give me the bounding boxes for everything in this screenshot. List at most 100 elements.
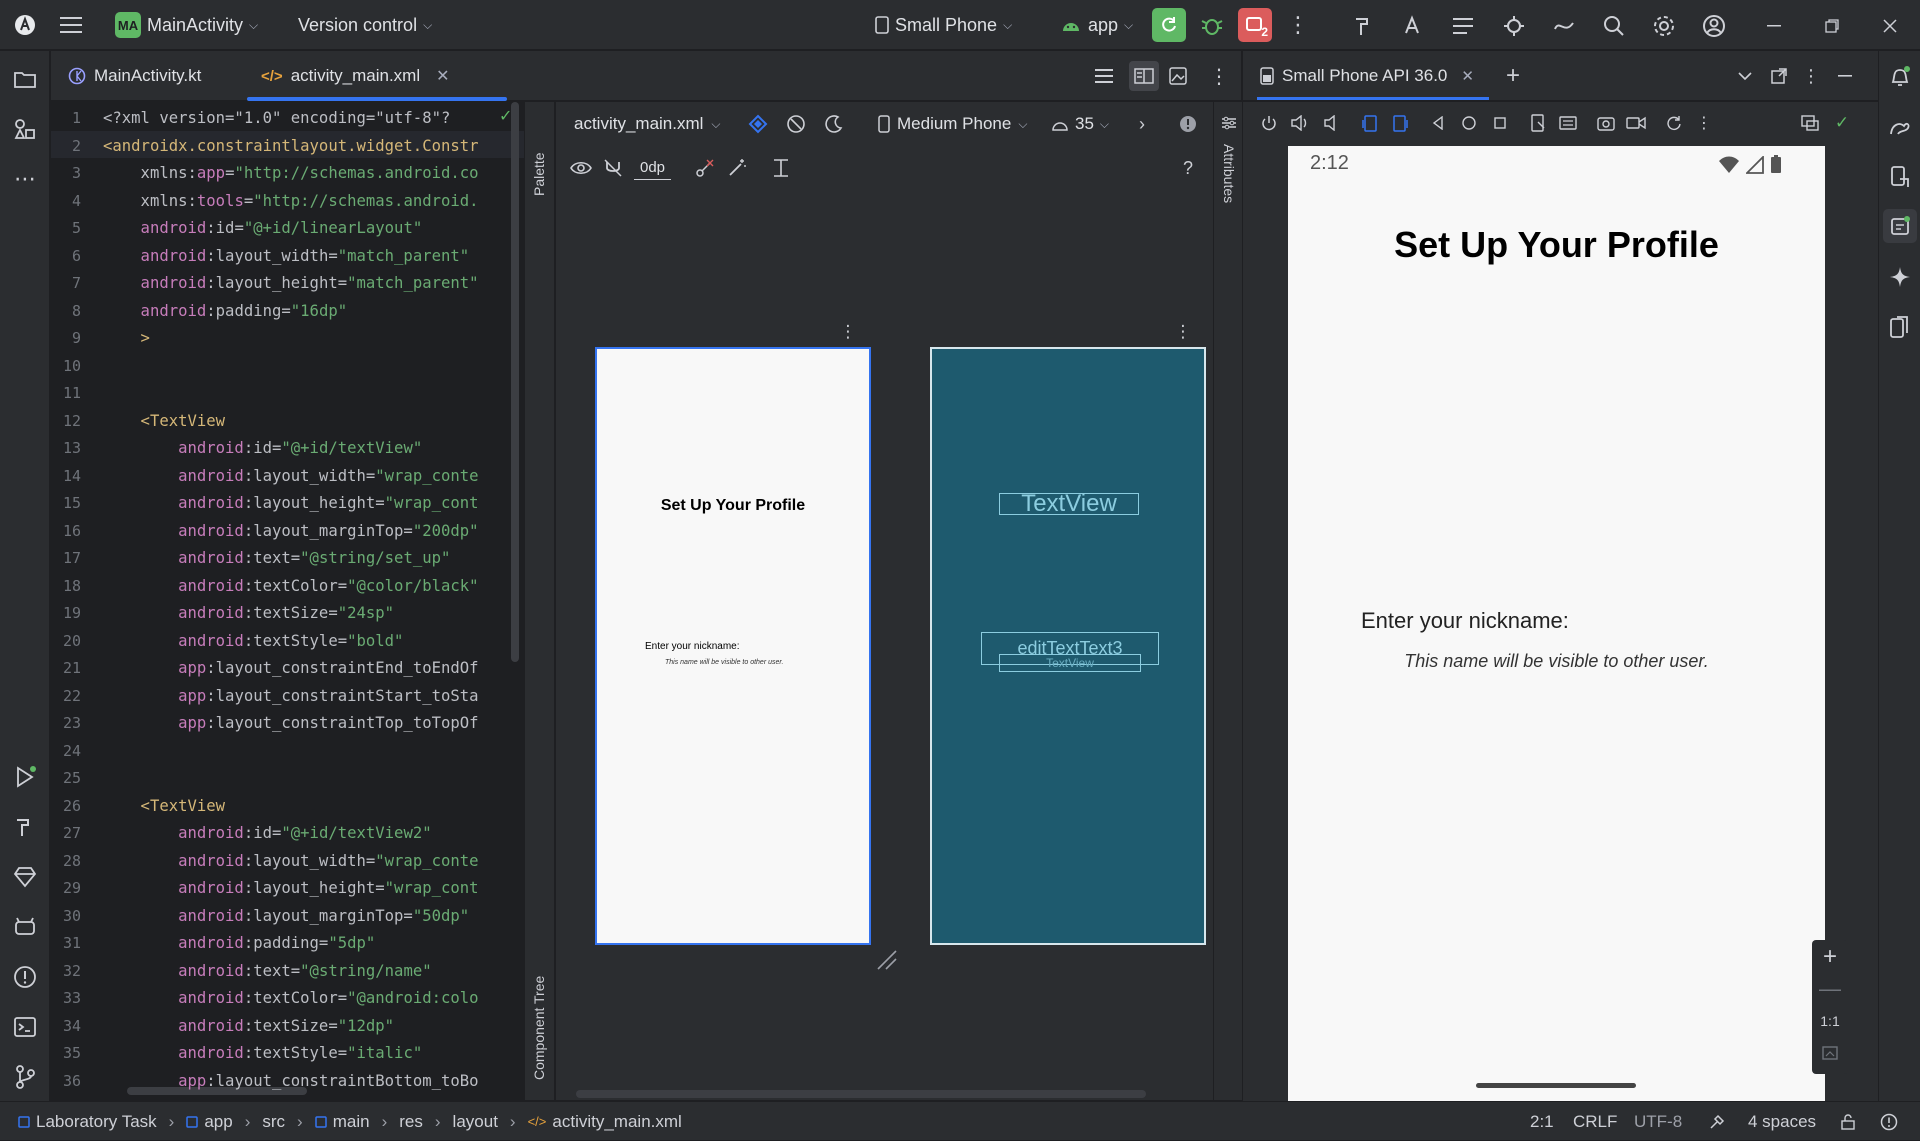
code-line[interactable]: android:layout_width="wrap_conte (103, 463, 523, 491)
zoom-in-icon[interactable]: + (1818, 943, 1842, 970)
eye-icon[interactable] (568, 156, 594, 180)
problems-status-icon[interactable] (1880, 1102, 1898, 1141)
code-line[interactable]: android:id="@+id/linearLayout" (103, 215, 523, 243)
code-line[interactable]: xmlns:tools="http://schemas.android. (103, 188, 523, 216)
preview-hint-label[interactable]: This name will be visible to other user. (665, 659, 783, 666)
debug-button[interactable] (1199, 12, 1225, 38)
android-studio-logo-icon[interactable] (12, 12, 38, 38)
code-line[interactable]: android:textStyle="bold" (103, 628, 523, 656)
breadcrumb-item[interactable]: res (399, 1112, 423, 1132)
hide-panel-icon[interactable] (1833, 63, 1857, 89)
infer-constraints-icon[interactable] (724, 156, 750, 180)
code-line[interactable]: android:padding="16dp" (103, 298, 523, 326)
apply-changes-button[interactable] (1152, 8, 1186, 42)
search-icon[interactable] (1600, 12, 1628, 40)
rotate-right-icon[interactable] (1389, 112, 1411, 134)
git-branch-icon[interactable] (11, 1063, 39, 1091)
project-selector[interactable]: MA MainActivity ⌵ (115, 0, 258, 50)
code-line[interactable]: <TextView (103, 408, 523, 436)
panel-more-icon[interactable]: ⋮ (1799, 63, 1823, 89)
run-tool-icon[interactable] (11, 763, 39, 791)
restore-icon[interactable] (1818, 12, 1846, 40)
code-line[interactable]: android:layout_marginTop="50dp" (103, 903, 523, 931)
code-view-icon[interactable] (1091, 63, 1117, 89)
snapshot-icon[interactable] (1663, 112, 1685, 134)
keyboard-icon[interactable] (1557, 112, 1579, 134)
more-actions-icon[interactable]: ⋮ (1285, 12, 1311, 38)
default-margin-input[interactable]: 0dp (634, 156, 672, 180)
problems-icon[interactable] (11, 963, 39, 991)
code-line[interactable] (103, 353, 523, 381)
preview-device-selector[interactable]: Medium Phone ⌵ (878, 102, 1027, 146)
code-line[interactable]: android:padding="5dp" (103, 930, 523, 958)
resize-handle-icon[interactable] (874, 947, 900, 973)
preview-title[interactable]: Set Up Your Profile (597, 497, 869, 515)
code-line[interactable]: app:layout_constraintStart_toSta (103, 683, 523, 711)
breadcrumb-item[interactable]: main (333, 1112, 370, 1132)
code-line[interactable] (103, 765, 523, 793)
screen-record-icon[interactable] (1625, 112, 1647, 134)
code-line[interactable]: app:layout_constraintTop_toTopOf (103, 710, 523, 738)
design-preview-menu-icon[interactable]: ⋮ (838, 320, 858, 344)
design-view-icon[interactable] (1165, 63, 1191, 89)
code-line[interactable] (103, 380, 523, 408)
magnet-off-icon[interactable] (600, 156, 626, 180)
indent-setting[interactable]: 4 spaces (1748, 1102, 1816, 1141)
code-line[interactable]: android:text="@string/name" (103, 958, 523, 986)
warning-badge-icon[interactable] (1176, 112, 1200, 136)
code-line[interactable]: <?xml version="1.0" encoding="utf-8"? (103, 105, 523, 133)
mirroring-icon[interactable] (1799, 112, 1821, 134)
close-tab-icon[interactable]: ✕ (1461, 67, 1474, 85)
breadcrumb-item[interactable]: layout (453, 1112, 498, 1132)
component-tree-tab[interactable]: Component Tree (531, 950, 547, 1080)
running-devices-icon[interactable] (1883, 209, 1917, 243)
code-line[interactable]: android:layout_height="wrap_cont (103, 490, 523, 518)
gradle-icon[interactable] (1886, 113, 1914, 141)
add-device-icon[interactable]: + (1501, 62, 1525, 89)
breadcrumb-item[interactable]: src (262, 1112, 285, 1132)
design-horizontal-scrollbar[interactable] (576, 1090, 1146, 1098)
blueprint-menu-icon[interactable]: ⋮ (1173, 320, 1193, 344)
run-config-selector[interactable]: app ⌵ (1060, 0, 1133, 50)
device-selector[interactable]: Small Phone ⌵ (875, 0, 1012, 50)
code-line[interactable]: > (103, 325, 523, 353)
code-line[interactable]: android:layout_marginTop="200dp" (103, 518, 523, 546)
code-line[interactable]: android:id="@+id/textView" (103, 435, 523, 463)
zoom-fit-icon[interactable] (1818, 1040, 1842, 1066)
build-icon[interactable] (1350, 12, 1378, 40)
split-view-icon[interactable] (1129, 61, 1159, 91)
file-encoding[interactable]: UTF-8 (1634, 1102, 1682, 1141)
translate-icon[interactable] (1400, 12, 1428, 40)
terminal-icon[interactable] (11, 1013, 39, 1041)
code-line[interactable]: android:layout_width="wrap_conte (103, 848, 523, 876)
palette-tab[interactable]: Palette (531, 116, 547, 196)
orientation-icon[interactable] (784, 112, 808, 136)
code-line[interactable]: android:textSize="12dp" (103, 1013, 523, 1041)
project-folder-icon[interactable] (11, 65, 39, 93)
device-manager-icon[interactable] (1886, 163, 1914, 191)
device-mirroring-icon[interactable] (1886, 313, 1914, 341)
zoom-out-icon[interactable]: — (1818, 976, 1842, 1002)
chevron-right-icon[interactable]: › (1130, 112, 1154, 136)
code-line[interactable] (103, 738, 523, 766)
back-icon[interactable] (1427, 112, 1449, 134)
list-icon[interactable] (1450, 12, 1478, 40)
code-line[interactable]: android:layout_height="match_parent" (103, 270, 523, 298)
toolbar-more-icon[interactable]: ⋮ (1693, 112, 1715, 134)
blueprint-screen[interactable]: TextView editTextText3 TextView (930, 347, 1206, 945)
code-line[interactable]: android:textColor="@android:colo (103, 985, 523, 1013)
device-frame-icon[interactable] (1527, 112, 1549, 134)
code-line[interactable]: android:layout_width="match_parent" (103, 243, 523, 271)
gem-icon[interactable] (11, 863, 39, 891)
night-mode-icon[interactable] (822, 112, 846, 136)
resource-manager-icon[interactable] (11, 115, 39, 143)
breadcrumb-item[interactable]: Laboratory Task (36, 1112, 157, 1132)
code-line[interactable]: app:layout_constraintEnd_toEndOf (103, 655, 523, 683)
overview-icon[interactable] (1489, 112, 1511, 134)
main-menu-icon[interactable] (58, 12, 84, 38)
close-tab-icon[interactable]: ✕ (436, 66, 449, 86)
tab-more-icon[interactable]: ⋮ (1207, 63, 1231, 89)
vcs-selector[interactable]: Version control ⌵ (298, 0, 432, 50)
screenshot-icon[interactable] (1595, 112, 1617, 134)
tab-mainactivity-kt[interactable]: MainActivity.kt (68, 51, 201, 101)
